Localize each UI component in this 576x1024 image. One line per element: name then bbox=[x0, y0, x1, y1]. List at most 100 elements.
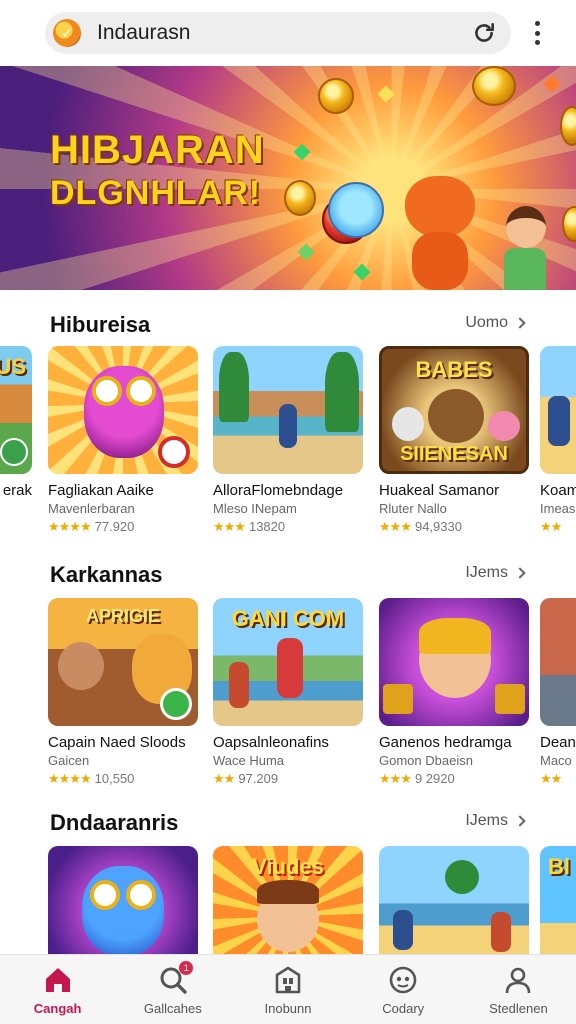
game-developer: Gaicen bbox=[48, 753, 90, 768]
section-title: Dndaaranris bbox=[50, 810, 179, 835]
gem-icon bbox=[353, 263, 371, 281]
building-icon bbox=[275, 966, 301, 994]
game-rating: ★★★★ 77.920 bbox=[48, 519, 198, 535]
game-name: AlloraFlomebndage bbox=[213, 482, 344, 499]
chevron-right-icon bbox=[514, 815, 526, 827]
game-name: Fagliakan Aaike bbox=[48, 482, 154, 499]
thumbnail-title: Viudes bbox=[252, 854, 324, 879]
game-developer: Imeas bbox=[540, 501, 576, 516]
coin-icon bbox=[562, 206, 576, 242]
rating-stars-icon: ★★★ bbox=[379, 519, 412, 534]
nav-item-home[interactable]: Cangah bbox=[0, 955, 115, 1024]
nav-label: Codary bbox=[382, 1001, 425, 1016]
game-card[interactable]: APRIGIE Capain Naed Sloods Gaicen ★★★★ 10… bbox=[48, 598, 198, 787]
notification-badge: 1 bbox=[179, 961, 194, 975]
game-card[interactable]: AlloraFlomebndage Mleso INepam ★★★ 13820 bbox=[213, 346, 363, 535]
coin-icon bbox=[560, 106, 576, 146]
game-thumbnail bbox=[48, 346, 198, 474]
see-more-label: Uomo bbox=[465, 314, 508, 331]
more-menu-icon[interactable] bbox=[526, 18, 548, 48]
see-more-link[interactable]: Uomo bbox=[465, 314, 526, 332]
browser-toolbar: ✓ Indaurasn bbox=[0, 0, 576, 66]
game-developer: Maco bbox=[540, 753, 572, 768]
section-title: Hibureisa bbox=[50, 312, 151, 337]
game-rating: ★★★ 9 2920 bbox=[379, 771, 529, 787]
game-thumbnail: APRIGIE bbox=[48, 598, 198, 726]
thumbnail-title: BABES bbox=[415, 357, 493, 382]
address-bar[interactable]: ✓ Indaurasn bbox=[45, 12, 511, 54]
section-title: Karkannas bbox=[50, 562, 163, 587]
game-row: Viudes Bl bbox=[0, 846, 576, 954]
game-card[interactable]: BABES SIIENESAN Huakeal Samanor Rluter N… bbox=[379, 346, 529, 535]
game-card[interactable] bbox=[48, 846, 198, 954]
game-rating: ★★ 97.209 bbox=[213, 771, 363, 787]
game-thumbnail bbox=[213, 346, 363, 474]
gem-icon bbox=[297, 243, 315, 261]
thumbnail-subtitle: SIIENESAN bbox=[400, 443, 508, 465]
thumbnail-title: Bl bbox=[548, 854, 570, 879]
rating-stars-icon: ★★ bbox=[540, 771, 562, 786]
rating-stars-icon: ★★ bbox=[213, 771, 235, 786]
game-name: Dean bbox=[540, 734, 576, 751]
game-card[interactable]: Koam Imeas ★★ bbox=[540, 346, 576, 535]
nav-item-games[interactable]: Codary bbox=[346, 955, 461, 1024]
game-developer: Mleso INepam bbox=[213, 501, 297, 516]
game-developer: Rluter Nallo bbox=[379, 501, 447, 516]
game-thumbnail: GANI COM bbox=[213, 598, 363, 726]
coin-icon bbox=[318, 78, 354, 114]
hero-banner[interactable]: HIBJARAN DLGNHLAR! bbox=[0, 66, 576, 290]
game-rating: ★★★★ 10,550 bbox=[48, 771, 198, 787]
see-more-label: IJems bbox=[465, 812, 508, 829]
see-more-link[interactable]: IJems bbox=[465, 564, 526, 582]
hero-headline: HIBJARAN bbox=[50, 128, 265, 172]
thumbnail-title: APRIGIE bbox=[85, 606, 160, 626]
game-thumbnail: Viudes bbox=[213, 846, 363, 954]
game-card[interactable]: Dean Maco ★★ bbox=[540, 598, 576, 787]
game-thumbnail bbox=[48, 846, 198, 954]
thumbnail-title: GANI COM bbox=[231, 606, 345, 631]
game-card[interactable]: Fagliakan Aaike Mavenlerbaran ★★★★ 77.920 bbox=[48, 346, 198, 535]
nav-label: Cangah bbox=[33, 1001, 82, 1016]
nav-item-search[interactable]: 1 Gallcahes bbox=[115, 955, 230, 1024]
rating-count: 94,9330 bbox=[414, 519, 462, 534]
game-card[interactable]: Bl bbox=[540, 846, 576, 954]
see-more-link[interactable]: IJems bbox=[465, 812, 526, 830]
gem-icon bbox=[293, 143, 311, 161]
game-rating: ★★★ 13820 bbox=[213, 519, 363, 535]
game-name: Capain Naed Sloods bbox=[48, 734, 186, 751]
game-rating: ★★ bbox=[540, 771, 576, 787]
coin-icon bbox=[472, 66, 516, 106]
game-card[interactable] bbox=[379, 846, 529, 954]
game-thumbnail: Bl bbox=[540, 846, 576, 954]
game-card[interactable]: GANI COM Oapsalnleonafins Wace Huma ★★ 97… bbox=[213, 598, 363, 787]
coin-icon bbox=[284, 180, 316, 216]
rating-count: 97.209 bbox=[238, 771, 279, 786]
nav-item-profile[interactable]: Stedlenen bbox=[461, 955, 576, 1024]
rating-stars-icon: ★★ bbox=[540, 519, 562, 534]
gem-icon bbox=[377, 85, 395, 103]
rating-stars-icon: ★★★ bbox=[379, 771, 412, 786]
gem-icon bbox=[543, 75, 561, 93]
game-developer: Wace Huma bbox=[213, 753, 285, 768]
nav-item-buildings[interactable]: Inobunn bbox=[230, 955, 345, 1024]
game-card[interactable]: Ganenos hedramga Gomon Dbaeisn ★★★ 9 2920 bbox=[379, 598, 529, 787]
game-thumbnail: BABES SIIENESAN bbox=[379, 346, 529, 474]
game-card[interactable]: US erak bbox=[0, 346, 32, 499]
game-thumbnail bbox=[379, 846, 529, 954]
game-card[interactable]: Viudes bbox=[213, 846, 363, 954]
nav-label: Stedlenen bbox=[489, 1001, 548, 1016]
cat-character bbox=[328, 182, 384, 238]
game-row: APRIGIE Capain Naed Sloods Gaicen ★★★★ 10… bbox=[0, 598, 576, 798]
profile-icon bbox=[506, 967, 531, 994]
game-thumbnail bbox=[540, 346, 576, 474]
url-text[interactable]: Indaurasn bbox=[97, 21, 471, 45]
rating-stars-icon: ★★★★ bbox=[48, 771, 92, 786]
chevron-right-icon bbox=[514, 317, 526, 329]
reload-icon[interactable] bbox=[471, 20, 497, 46]
hero-subheadline: DLGNHLAR! bbox=[50, 174, 262, 212]
rating-count: 10,550 bbox=[94, 771, 135, 786]
game-row: US erak Fagliakan Aaike Mavenlerbaran ★★… bbox=[0, 346, 576, 546]
game-rating: ★★★ 94,9330 bbox=[379, 519, 529, 535]
see-more-label: IJems bbox=[465, 564, 508, 581]
gamepad-icon bbox=[389, 966, 417, 994]
